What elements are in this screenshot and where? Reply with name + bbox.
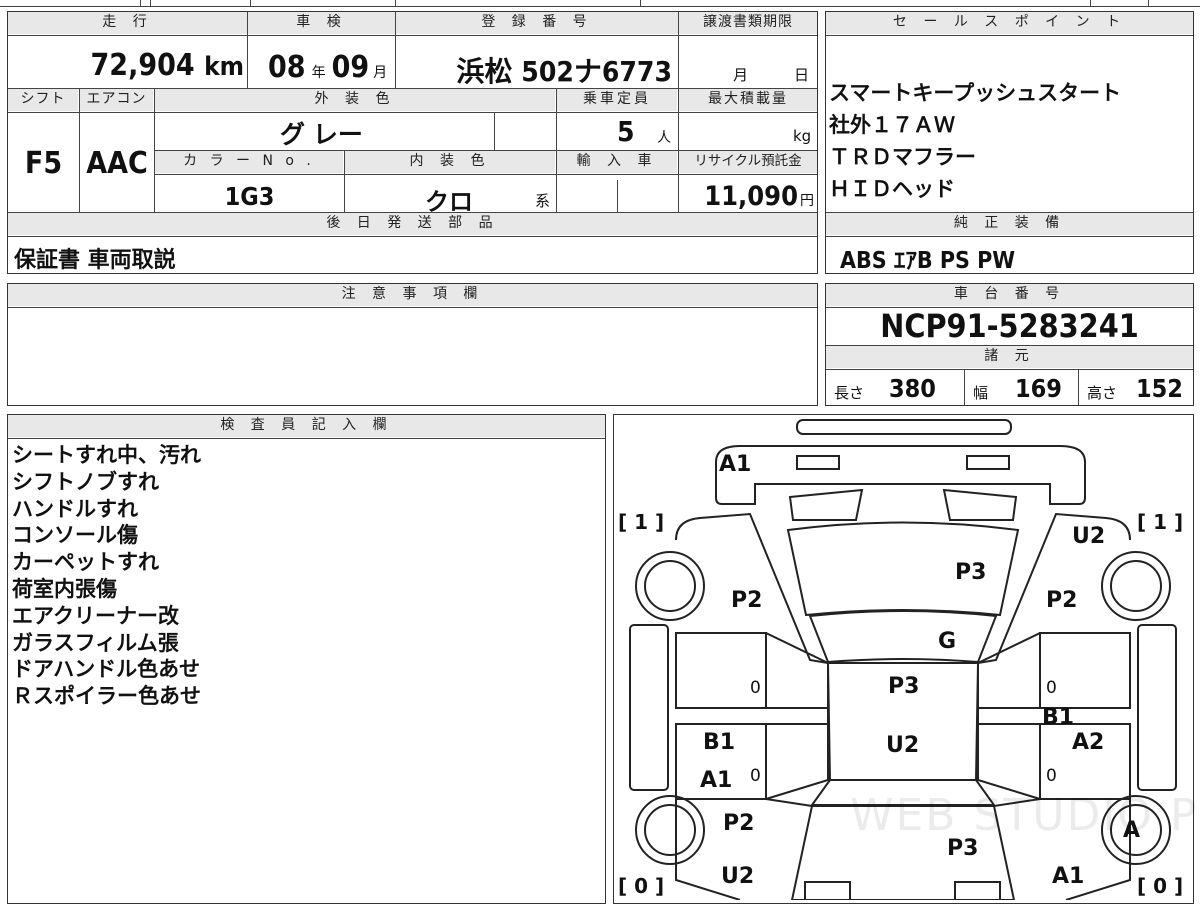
damage-mark: P2 <box>723 811 755 836</box>
damage-mark: 0 <box>1046 678 1057 698</box>
damage-mark: 0 <box>1046 766 1057 786</box>
inspector-notes-list: シートすれ中、汚れ シフトノブすれ ハンドルすれ コンソール傷 カーペットすれ … <box>12 442 592 710</box>
color-no-header: カ ラ ー N o . <box>155 151 343 173</box>
ac-value: AAC <box>86 146 148 181</box>
interior-color-header: 内 装 色 <box>345 151 555 173</box>
inspector-note: Ｒスポイラー色あせ <box>12 684 201 709</box>
max-load-header: 最大積載量 <box>679 89 817 111</box>
sales-point-item: 社外１７ＡＷ <box>829 113 955 137</box>
mileage-header: 走 行 <box>8 12 247 34</box>
sales-point-item: スマートキープッシュスタート <box>829 81 1122 105</box>
damage-mark: 0 <box>750 678 761 698</box>
sales-point-item: ＴＲＤマフラー <box>829 145 976 169</box>
later-parts-value: 保証書 車両取説 <box>14 248 176 273</box>
chassis-number-value: NCP91-5283241 <box>880 307 1139 345</box>
damage-mark: U2 <box>721 864 755 889</box>
registration-header: 登 録 番 号 <box>396 12 678 34</box>
import-header: 輸 入 車 <box>557 151 677 173</box>
exterior-color-value: グ レー <box>280 120 363 149</box>
inspector-note: シフトノブすれ <box>12 469 159 494</box>
transfer-deadline-header: 譲渡書類期限 <box>679 12 817 34</box>
tire-label-rear-left: [ 0 ] <box>618 874 665 898</box>
sales-point-header: セ ー ル ス ポ イ ン ト <box>826 12 1193 34</box>
caution-header: 注 意 事 項 欄 <box>8 284 817 306</box>
damage-mark: G <box>938 629 957 654</box>
inspector-note: シートすれ中、汚れ <box>12 443 201 467</box>
damage-mark: 0 <box>750 766 761 786</box>
mileage-number: 72,904 <box>90 48 195 83</box>
later-parts-header: 後 日 発 送 部 品 <box>8 213 817 235</box>
recycle-fee-header: リサイクル預託金 <box>679 151 817 173</box>
inspection-date: 08 年 09 月 <box>268 50 387 85</box>
standard-equipment-header: 純 正 装 備 <box>826 213 1193 235</box>
height-label: 高さ <box>1087 384 1118 402</box>
mileage-unit: km <box>204 52 244 82</box>
damage-mark: B1 <box>1042 705 1075 730</box>
tire-label-front-left: [ 1 ] <box>618 510 665 534</box>
watermark: WEB STUDIO P <box>850 790 1199 841</box>
exterior-color-header: 外 装 色 <box>155 89 555 111</box>
interior-color-suffix: 系 <box>535 192 551 210</box>
inspector-note: ドアハンドル色あせ <box>12 657 201 682</box>
inspector-note: 荷室内張傷 <box>12 576 117 601</box>
damage-mark: A1 <box>1052 864 1085 889</box>
inspector-note: ハンドルすれ <box>12 496 138 521</box>
width-label: 幅 <box>973 384 989 402</box>
length-label: 長さ <box>834 384 865 402</box>
sales-point-item: ＨＩＤヘッド <box>829 177 955 201</box>
sales-point-list: スマートキープッシュスタート 社外１７ＡＷ ＴＲＤマフラー ＨＩＤヘッド <box>829 77 1189 205</box>
month-unit: 月 <box>373 65 388 81</box>
damage-mark: U2 <box>886 733 920 758</box>
capacity-unit: 人 <box>657 130 671 146</box>
tire-label-front-right: [ 1 ] <box>1137 510 1184 534</box>
length-value: 380 <box>889 374 936 403</box>
recycle-fee-number: 11,090 <box>704 181 798 212</box>
inspector-note: エアクリーナー改 <box>12 603 179 628</box>
inspection-year: 08 <box>268 50 306 85</box>
inspector-note: カーペットすれ <box>12 550 159 575</box>
width-value: 169 <box>1015 374 1062 403</box>
top-strip <box>0 0 1200 8</box>
damage-mark: A2 <box>1072 730 1105 755</box>
height-value: 152 <box>1136 374 1183 403</box>
mileage-value: 72,904 km <box>12 48 244 83</box>
damage-mark: P3 <box>955 560 987 585</box>
damage-mark: A1 <box>700 768 733 793</box>
transfer-day: 日 <box>794 66 810 84</box>
capacity-value: 5 <box>617 115 635 148</box>
damage-mark: A1 <box>719 452 752 477</box>
color-no-value: 1G3 <box>224 182 275 211</box>
registration-number: 浜松 502ナ6773 <box>456 55 672 88</box>
capacity-header: 乗車定員 <box>557 89 677 111</box>
specs-header: 諸 元 <box>826 346 1193 368</box>
recycle-fee-value: 11,090 円 <box>682 181 814 212</box>
inspector-notes-header: 検 査 員 記 入 欄 <box>8 415 605 437</box>
tire-label-rear-right: [ 0 ] <box>1137 874 1184 898</box>
chassis-number-header: 車 台 番 号 <box>826 284 1193 306</box>
max-load-unit: kg <box>793 127 812 145</box>
inspector-note: コンソール傷 <box>12 523 138 548</box>
damage-mark: P3 <box>888 674 920 699</box>
shift-value: F5 <box>24 146 63 181</box>
inspection-month: 09 <box>331 50 370 85</box>
standard-equipment-value: ABS ｴｱB PS PW <box>840 248 1016 274</box>
recycle-fee-unit: 円 <box>800 193 814 209</box>
inspection-header: 車 検 <box>248 12 395 34</box>
ac-header: エアコン <box>80 89 153 111</box>
damage-mark: B1 <box>703 730 736 755</box>
damage-mark: P2 <box>731 588 763 613</box>
transfer-month: 月 <box>733 66 749 84</box>
damage-mark: U2 <box>1072 524 1106 549</box>
shift-header: シフト <box>8 89 78 111</box>
damage-mark: P2 <box>1046 588 1078 613</box>
year-unit: 年 <box>311 65 326 81</box>
inspector-note: ガラスフィルム張 <box>12 630 179 655</box>
